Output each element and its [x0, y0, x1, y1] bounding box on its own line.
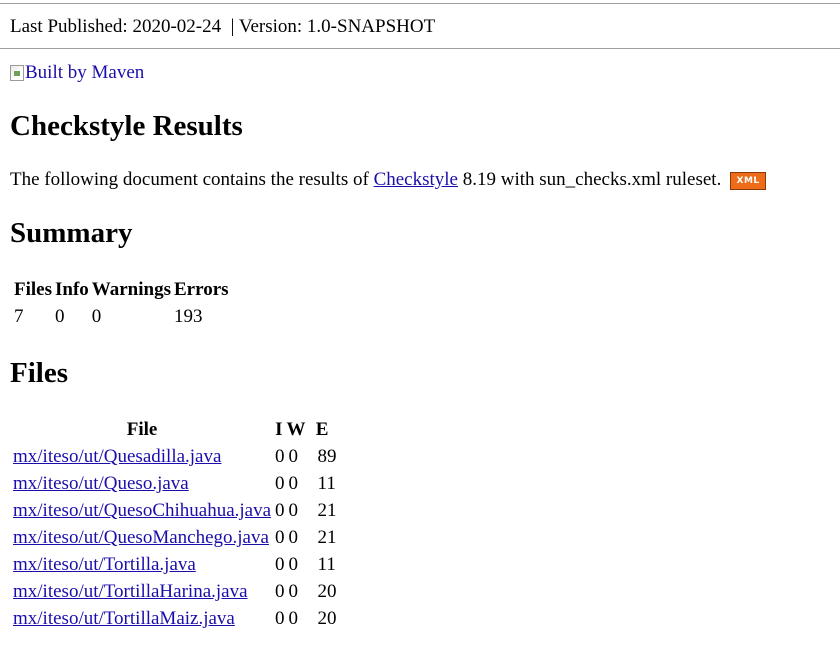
error-count: 20: [317, 608, 337, 629]
intro-paragraph: The following document contains the resu…: [10, 168, 767, 192]
table-row: mx/iteso/ut/Quesadilla.java 0 0 89: [13, 443, 337, 470]
files-col-info: I: [275, 419, 283, 440]
summary-values-row: 7 0 0 193: [14, 303, 229, 330]
intro-prefix: The following document contains the resu…: [10, 169, 369, 190]
files-col-file: File: [126, 419, 158, 440]
info-count: 0: [275, 446, 285, 467]
table-row: mx/iteso/ut/Queso.java 0 0 11: [13, 470, 337, 497]
summary-info-count: 0: [55, 306, 65, 327]
file-link[interactable]: mx/iteso/ut/TortillaMaiz.java: [13, 608, 235, 629]
file-link[interactable]: mx/iteso/ut/TortillaHarina.java: [13, 581, 248, 602]
xml-report-icon[interactable]: XML: [730, 172, 767, 190]
summary-errors-count: 193: [174, 306, 203, 327]
table-row: mx/iteso/ut/QuesoChihuahua.java 0 0 21: [13, 497, 337, 524]
summary-table: Files Info Warnings Errors 7 0 0 193: [11, 276, 232, 330]
files-heading: Files: [10, 357, 68, 389]
version-text: Version: 1.0-SNAPSHOT: [238, 16, 436, 37]
error-count: 21: [317, 500, 337, 521]
page-title: Checkstyle Results: [10, 110, 243, 142]
summary-col-files: Files: [14, 279, 52, 300]
files-header-row: File I W E: [13, 416, 337, 443]
info-count: 0: [275, 500, 285, 521]
info-count: 0: [275, 527, 285, 548]
error-count: 21: [317, 527, 337, 548]
header-top-rule: [0, 3, 840, 4]
files-table: File I W E mx/iteso/ut/Quesadilla.java 0…: [11, 416, 339, 632]
summary-warnings-count: 0: [91, 306, 102, 327]
files-col-warnings: W: [286, 419, 306, 440]
warning-count: 0: [288, 473, 299, 494]
info-count: 0: [275, 581, 285, 602]
error-count: 11: [317, 473, 336, 494]
table-row: mx/iteso/ut/Tortilla.java 0 0 11: [13, 551, 337, 578]
summary-col-errors: Errors: [174, 279, 229, 300]
file-link[interactable]: mx/iteso/ut/Tortilla.java: [13, 554, 196, 575]
table-row: mx/iteso/ut/TortillaHarina.java 0 0 20: [13, 578, 337, 605]
warning-count: 0: [288, 500, 299, 521]
table-row: mx/iteso/ut/QuesoManchego.java 0 0 21: [13, 524, 337, 551]
summary-files-count: 7: [14, 306, 24, 327]
summary-col-info: Info: [55, 279, 89, 300]
error-count: 20: [317, 581, 337, 602]
intro-suffix: 8.19 with sun_checks.xml ruleset.: [462, 169, 722, 190]
summary-heading: Summary: [10, 217, 133, 249]
broken-image-icon: [10, 65, 24, 81]
built-by-maven-link[interactable]: Built by Maven: [10, 61, 144, 85]
header-separator: |: [230, 16, 235, 37]
file-link[interactable]: mx/iteso/ut/Quesadilla.java: [13, 446, 221, 467]
summary-header-row: Files Info Warnings Errors: [14, 276, 229, 303]
error-count: 11: [317, 554, 336, 575]
error-count: 89: [317, 446, 337, 467]
table-row: mx/iteso/ut/TortillaMaiz.java 0 0 20: [13, 605, 337, 632]
file-link[interactable]: mx/iteso/ut/Queso.java: [13, 473, 189, 494]
file-link[interactable]: mx/iteso/ut/QuesoChihuahua.java: [13, 500, 271, 521]
info-count: 0: [275, 554, 285, 575]
info-count: 0: [275, 608, 285, 629]
file-link[interactable]: mx/iteso/ut/QuesoManchego.java: [13, 527, 269, 548]
publish-info-bar: Last Published: 2020-02-24 | Version: 1.…: [10, 15, 435, 39]
warning-count: 0: [288, 446, 299, 467]
header-bottom-rule: [0, 48, 840, 49]
summary-col-warnings: Warnings: [91, 279, 171, 300]
warning-count: 0: [288, 554, 299, 575]
info-count: 0: [275, 473, 285, 494]
last-published-text: Last Published: 2020-02-24: [10, 16, 222, 37]
warning-count: 0: [288, 527, 299, 548]
files-col-errors: E: [315, 419, 329, 440]
built-by-maven-alt-text: Built by Maven: [25, 62, 145, 83]
checkstyle-link[interactable]: Checkstyle: [374, 169, 458, 190]
warning-count: 0: [288, 608, 299, 629]
warning-count: 0: [288, 581, 299, 602]
